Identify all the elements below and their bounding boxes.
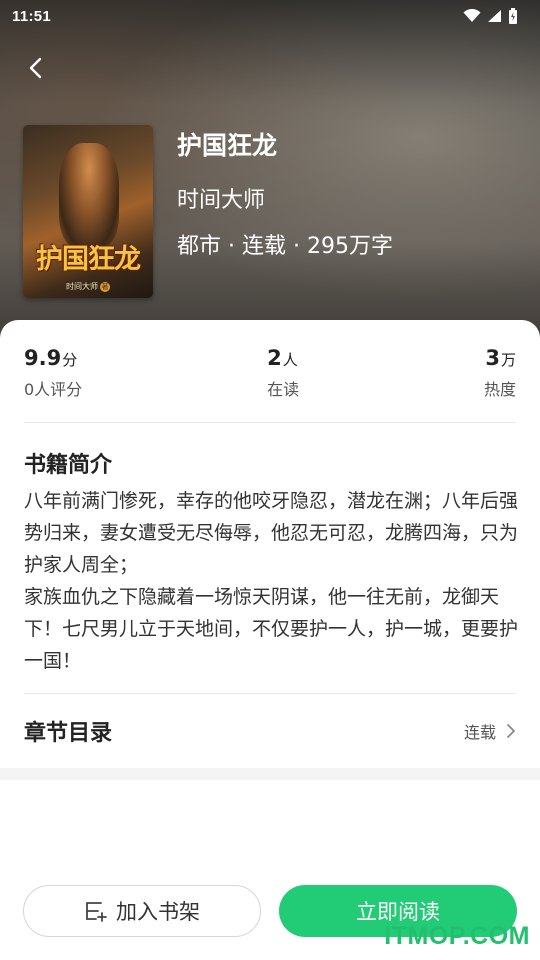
intro-text: 八年前满门惨死，幸存的他咬牙隐忍，潜龙在渊；八年后强势归来，妻女遭受无尽侮辱，他…: [24, 485, 518, 677]
status-time: 11:51: [12, 7, 52, 25]
cover-title: 护国狂龙: [36, 244, 141, 275]
popularity-unit: 万: [500, 351, 516, 369]
back-button[interactable]: [16, 48, 56, 88]
rating-value: 9.9: [24, 346, 62, 370]
stat-rating: 9.9分 0人评分: [24, 344, 82, 400]
watermark-logo: ITMOP.COM: [384, 922, 530, 950]
readers-label: 在读: [267, 380, 300, 399]
status-bar: 11:51: [0, 0, 540, 32]
chapter-list-row[interactable]: 章节目录 连载: [0, 694, 540, 768]
signal-icon: [488, 10, 501, 22]
popularity-value: 3: [485, 346, 500, 370]
status-icons: [463, 8, 518, 24]
readers-unit: 人: [282, 351, 298, 369]
book-meta: 都市 · 连载 · 295万字: [177, 234, 393, 259]
popularity-label: 热度: [483, 380, 516, 399]
detail-card: 9.9分 0人评分 2人 在读 3万 热度 书籍简介 八年前满门惨死，幸存的他咬…: [0, 320, 540, 768]
cover-author: 时间大师著: [23, 281, 153, 292]
section-separator: [0, 768, 540, 780]
rating-label: 0人评分: [24, 380, 83, 399]
chevron-left-icon: [29, 57, 42, 79]
chevron-right-icon: [507, 724, 515, 738]
battery-icon: [509, 8, 517, 24]
wifi-icon: [463, 9, 481, 22]
cover-badge: 著: [100, 282, 110, 292]
bookshelf-add-icon: [86, 902, 107, 922]
intro-title: 书籍简介: [24, 453, 113, 478]
book-title: 护国狂龙: [177, 131, 278, 160]
toc-status: 连载: [463, 723, 496, 742]
readers-value: 2: [267, 346, 282, 370]
intro-paragraph: 家族血仇之下隐藏着一场惊天阴谋，他一往无前，龙御天下！七尺男儿立于天地间，不仅要…: [24, 586, 519, 672]
divider: [24, 422, 516, 423]
book-cover: 护国狂龙 时间大师著: [23, 125, 153, 298]
toc-title: 章节目录: [24, 721, 113, 746]
cover-author-name: 时间大师: [66, 282, 98, 291]
book-author[interactable]: 时间大师: [177, 182, 265, 214]
cover-figure: [59, 143, 119, 248]
rating-unit: 分: [62, 351, 78, 369]
add-to-shelf-label: 加入书架: [116, 900, 200, 924]
intro-paragraph: 八年前满门惨死，幸存的他咬牙隐忍，潜龙在渊；八年后强势归来，妻女遭受无尽侮辱，他…: [24, 490, 519, 576]
stats-row: 9.9分 0人评分 2人 在读 3万 热度: [24, 344, 516, 400]
add-to-shelf-button[interactable]: 加入书架: [23, 885, 261, 937]
stat-popularity: 3万 热度: [484, 344, 516, 400]
stat-readers: 2人 在读: [267, 344, 299, 400]
